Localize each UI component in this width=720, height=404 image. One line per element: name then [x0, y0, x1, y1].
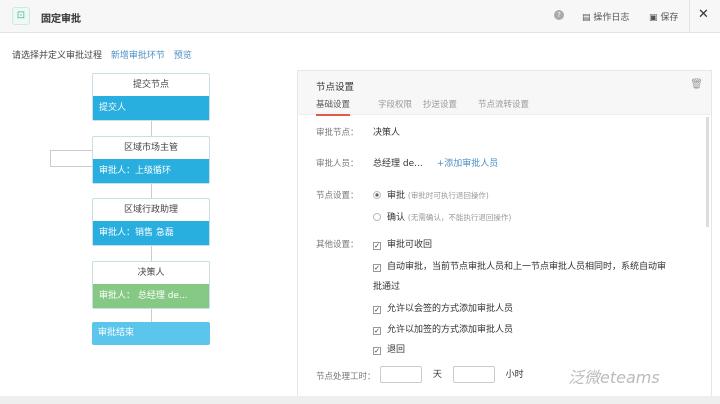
- tab-flow-settings[interactable]: 节点流转设置: [478, 98, 529, 114]
- time-label: 节点处理工时：: [316, 372, 376, 382]
- radio-confirm[interactable]: 确认 (无需确认，不能执行退回操作): [373, 210, 511, 223]
- checkbox-return[interactable]: ✓ 退回: [373, 342, 405, 355]
- checkbox-label: 自动审批，当前节点审批人员和上一节点审批人员相同时，系统自动审: [387, 262, 667, 272]
- node-body: 审批人：销售 急磊: [93, 221, 209, 245]
- connector: [151, 307, 152, 322]
- flow-node-decision-maker[interactable]: 决策人审批人： 总经理 de...: [92, 261, 210, 309]
- radio-approve[interactable]: 审批 (审批时可执行退回操作): [373, 188, 489, 201]
- option-note: (审批时可执行退回操作): [407, 191, 489, 200]
- intro-text: 请选择并定义审批过程: [12, 51, 103, 61]
- app-logo-icon: ⊡: [12, 7, 30, 25]
- node-body: 提交人: [93, 96, 209, 120]
- tab-field-permissions[interactable]: 字段权限: [378, 98, 412, 114]
- option-label: 确认: [387, 213, 406, 223]
- flow-node-regional-manager[interactable]: 区域市场主管审批人：上级循环: [92, 136, 210, 184]
- flow-node-admin-assistant[interactable]: 区域行政助理审批人：销售 急磊: [92, 198, 210, 246]
- checkbox-label: 审批可收回: [387, 240, 433, 250]
- checkbox-recall[interactable]: ✓ 审批可收回: [373, 237, 432, 250]
- add-step-link[interactable]: 新增审批环节: [111, 51, 165, 61]
- scrollbar[interactable]: [706, 117, 709, 227]
- hour-unit: 小时: [505, 370, 524, 380]
- connector: [151, 183, 152, 198]
- add-approver-link[interactable]: +添加审批人员: [437, 159, 499, 169]
- loop-connector: [50, 150, 92, 167]
- checkbox-auto-approve[interactable]: ✓ 自动审批，当前节点审批人员和上一节点审批人员相同时，系统自动审: [373, 259, 666, 272]
- approver-label: 审批人员：: [316, 159, 359, 169]
- panel-header: 节点设置 🗑 基础设置 字段权限 抄送设置 节点流转设置: [298, 71, 711, 116]
- option-label: 审批: [387, 191, 406, 201]
- node-title: 区域市场主管: [123, 143, 178, 153]
- node-settings-panel: 节点设置 🗑 基础设置 字段权限 抄送设置 节点流转设置 审批节点： 决策人 审…: [297, 70, 712, 400]
- checkbox-icon: ✓: [373, 347, 381, 355]
- node-title: 提交节点: [132, 80, 169, 90]
- save-button[interactable]: ▣ 保存: [649, 10, 678, 23]
- save-label: 保存: [660, 13, 679, 23]
- connector: [151, 245, 152, 261]
- flow-node-submit[interactable]: 提交节点 提交人: [92, 73, 210, 121]
- checkbox-add-sign[interactable]: ✓ 允许以加签的方式添加审批人员: [373, 322, 513, 335]
- node-body: 审批人： 总经理 de...: [93, 284, 209, 308]
- checkbox-label: 允许以加签的方式添加审批人员: [387, 325, 514, 335]
- log-label: 操作日志: [593, 13, 630, 23]
- connector: [151, 120, 152, 136]
- tab-basic[interactable]: 基础设置: [316, 98, 351, 116]
- node-title: 区域行政助理: [123, 205, 178, 215]
- checkbox-label: 退回: [387, 345, 406, 355]
- trash-icon[interactable]: 🗑: [690, 79, 703, 90]
- flow-node-end[interactable]: 审批结束: [92, 322, 210, 345]
- radio-icon: [373, 191, 381, 199]
- checkbox-icon: ✓: [373, 327, 381, 335]
- header: ⊡ 固定审批 ? ▤ 操作日志 ▣ 保存 ✕: [0, 0, 720, 33]
- other-label: 其他设置：: [316, 240, 359, 250]
- operation-log-button[interactable]: ▤ 操作日志: [582, 10, 629, 23]
- node-value: 决策人: [373, 128, 401, 138]
- radio-icon: [373, 213, 381, 221]
- checkbox-countersign[interactable]: ✓ 允许以会签的方式添加审批人员: [373, 301, 513, 314]
- approver-value: 总经理 de...: [373, 159, 423, 169]
- node-title: 决策人: [137, 268, 165, 278]
- node-label: 审批节点：: [316, 128, 359, 138]
- preview-link[interactable]: 预览: [174, 51, 192, 61]
- page-title: 固定审批: [41, 14, 81, 25]
- node-body: 审批人：上级循环: [93, 159, 209, 183]
- intro: 请选择并定义审批过程 新增审批环节 预览: [12, 48, 192, 61]
- watermark: 泛微eteams: [568, 368, 660, 387]
- question-icon[interactable]: ?: [554, 10, 564, 20]
- checkbox-icon: ✓: [373, 242, 381, 250]
- hours-input[interactable]: [452, 366, 495, 383]
- setting-label: 节点设置：: [316, 191, 359, 201]
- close-icon[interactable]: ✕: [698, 7, 709, 22]
- checkbox-icon: ✓: [373, 264, 381, 272]
- checkbox-label: 允许以会签的方式添加审批人员: [387, 304, 514, 314]
- bottom-bar: [0, 396, 720, 404]
- save-icon: ▣: [649, 13, 661, 23]
- log-icon: ▤: [582, 13, 594, 23]
- tab-cc-settings[interactable]: 抄送设置: [423, 98, 457, 114]
- day-unit: 天: [432, 370, 442, 380]
- option-note: (无需确认，不能执行退回操作): [407, 213, 512, 222]
- divider: [689, 0, 690, 33]
- checkbox-label-cont: 批通过: [373, 282, 401, 292]
- days-input[interactable]: [380, 366, 422, 383]
- panel-title: 节点设置: [316, 82, 355, 93]
- checkbox-icon: ✓: [373, 306, 381, 314]
